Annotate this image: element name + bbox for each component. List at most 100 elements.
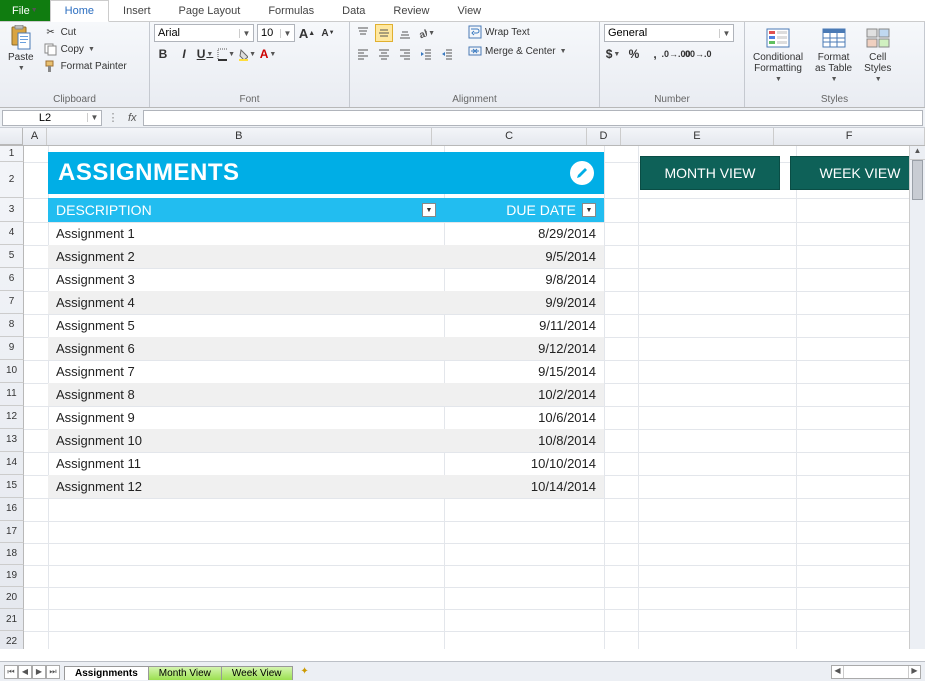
- cell-description[interactable]: Assignment 12: [48, 475, 444, 498]
- table-row[interactable]: Assignment 1210/14/2014: [48, 475, 604, 498]
- table-row[interactable]: Assignment 810/2/2014: [48, 383, 604, 406]
- tab-data[interactable]: Data: [328, 0, 379, 21]
- column-header[interactable]: B: [47, 128, 432, 145]
- row-header[interactable]: 3: [0, 198, 24, 222]
- row-header[interactable]: 7: [0, 291, 24, 314]
- accounting-format-button[interactable]: $▼: [604, 45, 622, 63]
- row-header[interactable]: 6: [0, 268, 24, 291]
- tab-file[interactable]: File ▼: [0, 0, 50, 21]
- sheet-tab-week-view[interactable]: Week View: [221, 666, 293, 680]
- table-row[interactable]: Assignment 39/8/2014: [48, 268, 604, 291]
- vertical-scrollbar[interactable]: ▲: [909, 146, 925, 649]
- cell-description[interactable]: Assignment 3: [48, 268, 444, 291]
- align-bottom-button[interactable]: [396, 24, 414, 42]
- row-header[interactable]: 15: [0, 475, 24, 498]
- row-header[interactable]: 9: [0, 337, 24, 360]
- tab-home[interactable]: Home: [50, 0, 109, 22]
- row-header[interactable]: 5: [0, 245, 24, 268]
- table-row[interactable]: Assignment 1010/8/2014: [48, 429, 604, 452]
- cut-button[interactable]: ✂Cut: [42, 24, 129, 40]
- cell-due-date[interactable]: 10/8/2014: [444, 429, 604, 452]
- tab-insert[interactable]: Insert: [109, 0, 165, 21]
- percent-button[interactable]: %: [625, 45, 643, 63]
- sheet-tab-month-view[interactable]: Month View: [148, 666, 222, 680]
- number-format-combo[interactable]: General▼: [604, 24, 734, 42]
- cell-due-date[interactable]: 10/2/2014: [444, 383, 604, 406]
- row-header[interactable]: 16: [0, 498, 24, 521]
- scroll-right-icon[interactable]: ▶: [908, 666, 920, 678]
- conditional-formatting-button[interactable]: Conditional Formatting▼: [749, 24, 807, 85]
- increase-indent-button[interactable]: [438, 45, 456, 63]
- sheet-nav-next[interactable]: ▶: [32, 665, 46, 679]
- scroll-thumb[interactable]: [912, 160, 923, 200]
- paste-button[interactable]: Paste ▼: [4, 24, 38, 74]
- row-header[interactable]: 1: [0, 146, 24, 162]
- cell-description[interactable]: Assignment 11: [48, 452, 444, 475]
- cell-description[interactable]: Assignment 8: [48, 383, 444, 406]
- formula-bar[interactable]: [143, 110, 923, 126]
- cell-description[interactable]: Assignment 4: [48, 291, 444, 314]
- sheet-tab-assignments[interactable]: Assignments: [64, 666, 149, 680]
- row-header[interactable]: 20: [0, 587, 24, 609]
- column-header[interactable]: A: [23, 128, 46, 145]
- sheet-nav-first[interactable]: ⏮: [4, 665, 18, 679]
- cell-due-date[interactable]: 9/5/2014: [444, 245, 604, 268]
- column-header-due-date[interactable]: DUE DATE▼: [444, 198, 604, 222]
- column-header[interactable]: C: [432, 128, 588, 145]
- cell-description[interactable]: Assignment 1: [48, 222, 444, 245]
- column-header-description[interactable]: DESCRIPTION▼: [48, 198, 444, 222]
- row-header[interactable]: 8: [0, 314, 24, 337]
- row-header[interactable]: 13: [0, 429, 24, 452]
- increase-font-button[interactable]: A▲: [298, 24, 316, 42]
- cell-description[interactable]: Assignment 9: [48, 406, 444, 429]
- orientation-button[interactable]: ab▼: [417, 24, 435, 42]
- table-row[interactable]: Assignment 69/12/2014: [48, 337, 604, 360]
- table-row[interactable]: Assignment 49/9/2014: [48, 291, 604, 314]
- table-row[interactable]: Assignment 18/29/2014: [48, 222, 604, 245]
- bold-button[interactable]: B: [154, 45, 172, 63]
- sheet-nav-prev[interactable]: ◀: [18, 665, 32, 679]
- cell-due-date[interactable]: 9/11/2014: [444, 314, 604, 337]
- fill-color-button[interactable]: ▼: [238, 45, 256, 63]
- cell-due-date[interactable]: 8/29/2014: [444, 222, 604, 245]
- cell-due-date[interactable]: 9/15/2014: [444, 360, 604, 383]
- table-row[interactable]: Assignment 29/5/2014: [48, 245, 604, 268]
- tab-page-layout[interactable]: Page Layout: [165, 0, 255, 21]
- cell-description[interactable]: Assignment 6: [48, 337, 444, 360]
- wrap-text-button[interactable]: Wrap Text: [466, 24, 569, 40]
- cell-styles-button[interactable]: Cell Styles▼: [860, 24, 895, 85]
- italic-button[interactable]: I: [175, 45, 193, 63]
- align-center-button[interactable]: [375, 45, 393, 63]
- row-header[interactable]: 2: [0, 162, 24, 198]
- format-painter-button[interactable]: Format Painter: [42, 58, 129, 74]
- decrease-font-button[interactable]: A▼: [319, 24, 337, 42]
- scroll-left-icon[interactable]: ◀: [832, 666, 844, 678]
- table-row[interactable]: Assignment 910/6/2014: [48, 406, 604, 429]
- tab-view[interactable]: View: [443, 0, 495, 21]
- align-top-button[interactable]: [354, 24, 372, 42]
- table-row[interactable]: Assignment 59/11/2014: [48, 314, 604, 337]
- copy-button[interactable]: Copy▼: [42, 41, 129, 57]
- decrease-decimal-button[interactable]: .00→.0: [688, 45, 706, 63]
- font-color-button[interactable]: A▼: [259, 45, 277, 63]
- table-row[interactable]: Assignment 79/15/2014: [48, 360, 604, 383]
- row-header[interactable]: 17: [0, 521, 24, 543]
- column-header[interactable]: D: [587, 128, 620, 145]
- scroll-up-icon[interactable]: ▲: [910, 146, 925, 160]
- edit-button[interactable]: [570, 161, 594, 185]
- cell-due-date[interactable]: 10/6/2014: [444, 406, 604, 429]
- table-row[interactable]: Assignment 1110/10/2014: [48, 452, 604, 475]
- name-box[interactable]: L2▼: [2, 110, 102, 126]
- align-left-button[interactable]: [354, 45, 372, 63]
- borders-button[interactable]: ▼: [217, 45, 235, 63]
- month-view-button[interactable]: MONTH VIEW: [640, 156, 780, 190]
- cell-description[interactable]: Assignment 7: [48, 360, 444, 383]
- row-header[interactable]: 21: [0, 609, 24, 631]
- row-header[interactable]: 10: [0, 360, 24, 383]
- font-size-combo[interactable]: 10▼: [257, 24, 295, 42]
- row-header[interactable]: 11: [0, 383, 24, 406]
- week-view-button[interactable]: WEEK VIEW: [790, 156, 925, 190]
- cell-due-date[interactable]: 9/8/2014: [444, 268, 604, 291]
- tab-review[interactable]: Review: [379, 0, 443, 21]
- fx-handle-icon[interactable]: ⋮: [104, 111, 122, 124]
